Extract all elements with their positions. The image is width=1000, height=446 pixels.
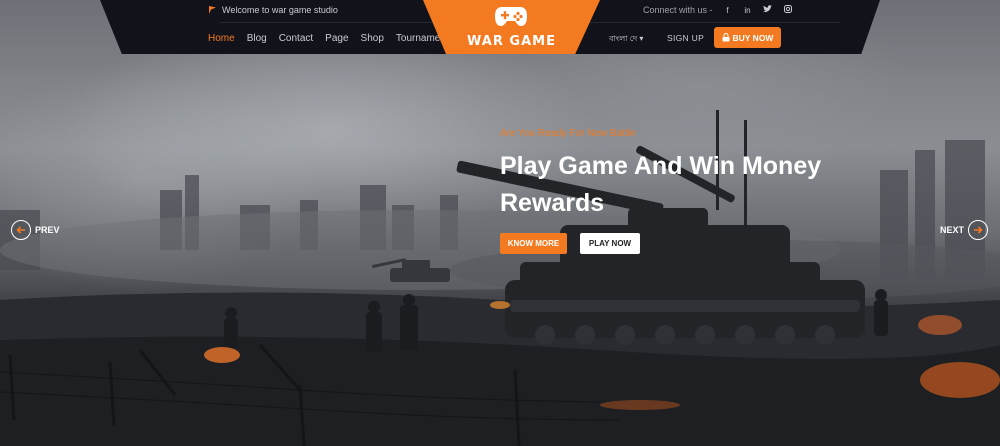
slider-prev-button[interactable]: PREV — [11, 220, 60, 240]
play-now-button[interactable]: PLAY NOW — [580, 233, 640, 254]
lock-icon — [722, 33, 730, 42]
nav-item-blog[interactable]: Blog — [247, 33, 267, 44]
sign-up-link[interactable]: SIGN UP — [667, 33, 704, 43]
logo-text[interactable]: WAR GAME — [423, 34, 600, 49]
facebook-icon[interactable]: f — [723, 6, 733, 15]
hero-headline: Play Game And Win Money Rewards — [500, 152, 822, 217]
know-more-button[interactable]: KNOW MORE — [500, 233, 567, 254]
hero-tagline: Are You Ready For New Battle — [500, 128, 636, 139]
arrow-left-icon — [11, 220, 31, 240]
linkedin-icon[interactable]: in — [743, 6, 753, 15]
social-links: Connect with us - f in — [643, 5, 793, 15]
welcome-message: Welcome to war game studio — [208, 5, 338, 15]
battlefield-artwork — [0, 110, 1000, 446]
twitter-icon[interactable] — [763, 5, 773, 15]
prev-label: PREV — [35, 225, 60, 235]
nav-item-shop[interactable]: Shop — [361, 33, 384, 44]
nav-item-contact[interactable]: Contact — [279, 33, 313, 44]
main-navigation: Home Blog Contact Page Shop Tournament — [208, 33, 449, 44]
next-label: NEXT — [940, 225, 965, 235]
arrow-right-icon — [968, 220, 989, 240]
buy-now-label: BUY NOW — [732, 32, 774, 43]
welcome-text: Welcome to war game studio — [222, 5, 338, 15]
nav-item-page[interactable]: Page — [325, 33, 348, 44]
nav-item-home[interactable]: Home — [208, 33, 235, 44]
hero-banner-background — [0, 0, 1000, 446]
connect-label: Connect with us - — [643, 5, 713, 15]
gamepad-icon — [495, 7, 527, 26]
instagram-icon[interactable] — [783, 5, 793, 15]
language-selector[interactable]: বাংলা দে ▾ — [609, 33, 643, 46]
flag-icon — [209, 6, 216, 14]
buy-now-button[interactable]: BUY NOW — [714, 27, 781, 48]
slider-next-button[interactable]: NEXT — [940, 220, 989, 240]
